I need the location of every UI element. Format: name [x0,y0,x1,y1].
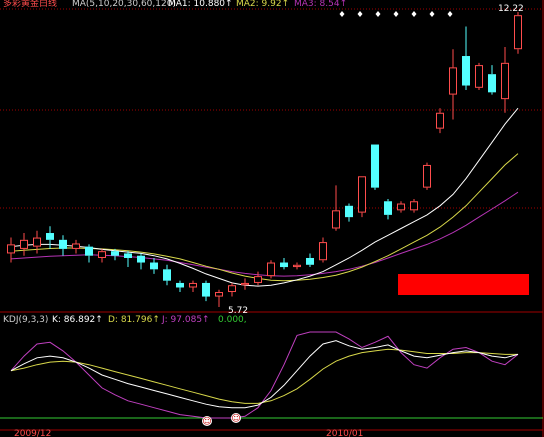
candle-body-up [72,243,80,249]
candle [267,260,275,279]
smiley-marker-1-icon: ☺ [202,416,212,427]
kdj-d-value: D: 81.796↑ [108,315,160,325]
kdj-params-label: KDJ(9,3,3) [3,315,48,325]
candle-body-up [423,164,431,188]
candle [514,12,522,54]
ma2-value: MA2: 9.92↑ [236,0,289,9]
red-highlight-block [398,274,529,295]
kdj-k-value: K: 86.892↑ [52,315,103,325]
candle-body-down [280,262,288,268]
candle-body-up [332,210,340,229]
candle-body-down [124,253,132,258]
candle-body-up [514,15,522,50]
candle-body-down [59,239,67,249]
candle-body-down [306,257,314,265]
indicator-title: 多彩黄金白线 [3,0,57,9]
kdj-j-value: J: 97.085↑ [161,315,210,325]
smiley-marker-2-icon: ☺ [231,413,241,424]
candle-body-up [501,62,509,100]
candle-body-up [33,237,41,247]
ma1-value: MA1: 10.880↑ [168,0,233,9]
kdj-zero-value: 0.000, [218,315,247,325]
stock-chart: 多彩黄金白线 MA(5,10,20,30,60,120) MA1: 10.880… [0,0,544,437]
ma3-value: MA3: 8.54↑ [294,0,347,9]
candle [475,62,483,91]
candle-body-down [488,74,496,93]
candle-body-down [46,233,54,240]
candle-body-up [436,112,444,129]
smiley-glyph: ☺ [202,416,211,427]
candle [358,176,366,218]
candle-body-up [358,176,366,213]
candle-body-down [150,262,158,270]
stock-chart-canvas: 多彩黄金白线 MA(5,10,20,30,60,120) MA1: 10.880… [0,0,544,437]
candle-body-up [20,239,28,249]
candle-body-up [267,262,275,277]
candle-body-up [449,67,457,95]
candle-body-down [85,246,93,256]
candle-body-up [397,203,405,211]
smiley-glyph: ☺ [231,413,240,424]
candle-body-up [189,282,197,288]
candle-body-up [241,282,249,286]
date-label-right: 2010/01 [326,429,363,437]
candle-body-up [228,285,236,293]
candle-body-up [410,201,418,211]
candle-body-up [254,276,262,283]
candle-body-down [202,282,210,297]
candle-body-down [111,251,119,256]
candle-body-down [384,201,392,215]
high-price-label: 12.22 [498,4,524,14]
ma-params-label: MA(5,10,20,30,60,120) [72,0,176,9]
candle-body-up [215,292,223,297]
candle-body-down [176,282,184,288]
candle-body-down [163,269,171,281]
candle-body-up [7,244,15,254]
candle-body-up [98,251,106,258]
candle [423,162,431,190]
candle-body-up [293,264,301,268]
date-label-left: 2009/12 [14,429,51,437]
candle-body-down [371,144,379,188]
candle [371,144,379,190]
candle-body-down [462,56,470,86]
candle-body-down [345,205,353,218]
candle-body-up [475,65,483,88]
candle-body-down [137,255,145,263]
candle-body-up [319,242,327,261]
